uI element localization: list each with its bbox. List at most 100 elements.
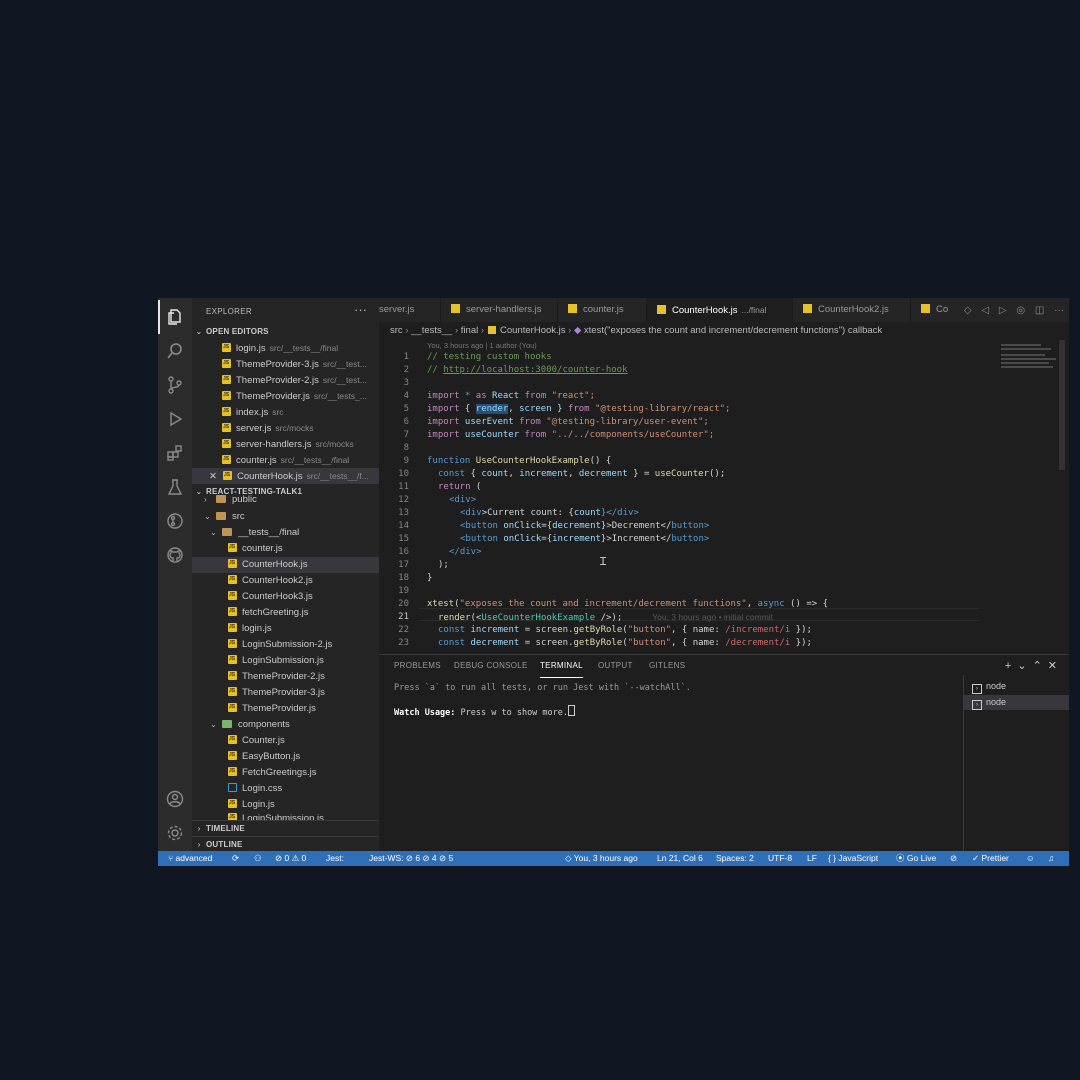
maximize-panel-icon[interactable]: ⌃ <box>1033 660 1048 672</box>
source-control-icon[interactable] <box>158 368 192 402</box>
timeline-section[interactable]: › TIMELINE <box>192 820 379 837</box>
files-icon[interactable] <box>158 300 192 334</box>
tab-server[interactable]: server.js <box>379 298 441 322</box>
jest-status[interactable]: Jest: <box>326 851 344 866</box>
encoding[interactable]: UTF-8 <box>768 851 792 866</box>
breadcrumb-item[interactable]: __tests__ <box>411 325 452 336</box>
breadcrumb-item[interactable]: final <box>461 325 478 336</box>
cursor-position[interactable]: Ln 21, Col 6 <box>657 851 703 866</box>
open-editor-item[interactable]: index.jssrc <box>192 404 379 420</box>
accounts-icon[interactable] <box>158 782 192 816</box>
breadcrumb-symbol[interactable]: xtest("exposes the count and increment/d… <box>584 325 882 336</box>
terminal-instance[interactable]: › node <box>964 679 1069 694</box>
tab-counter[interactable]: counter.js <box>558 298 647 322</box>
outline-section[interactable]: › OUTLINE <box>192 836 379 851</box>
line-number: 1 <box>403 352 409 362</box>
language-mode[interactable]: { } JavaScript <box>828 851 878 866</box>
feedback-icon[interactable]: ☺ <box>1026 851 1035 866</box>
open-editor-item[interactable]: login.jssrc/__tests__/final <box>192 340 379 356</box>
prettier-status[interactable]: ✓ Prettier <box>972 851 1009 866</box>
tab-counterhook2[interactable]: CounterHook2.js <box>793 298 911 322</box>
git-blame-status[interactable]: ◇ You, 3 hours ago <box>565 851 638 866</box>
more-icon[interactable]: ··· <box>1054 305 1064 316</box>
search-icon[interactable] <box>158 334 192 368</box>
open-editor-item[interactable]: ThemeProvider.jssrc/__tests_... <box>192 388 379 404</box>
open-editor-item[interactable]: ThemeProvider-3.jssrc/__test... <box>192 356 379 372</box>
minimap[interactable] <box>991 340 1069 480</box>
codelens-blame[interactable]: You, 3 hours ago | 1 author (You) <box>427 340 537 351</box>
tab-terminal[interactable]: TERMINAL <box>540 661 583 678</box>
tab-output[interactable]: OUTPUT <box>598 661 633 677</box>
breadcrumb-file[interactable]: CounterHook.js <box>500 325 565 336</box>
tab-counterhook[interactable]: CounterHook.js .../final <box>647 298 793 322</box>
open-editor-item[interactable]: ThemeProvider-2.jssrc/__test... <box>192 372 379 388</box>
tree-folder-src[interactable]: ⌄ src <box>192 509 379 525</box>
open-editor-item-active[interactable]: ✕CounterHook.jssrc/__tests__/f... <box>192 468 379 484</box>
new-terminal-icon[interactable]: + <box>1005 660 1017 672</box>
code-line: import * as React from "react"; <box>427 391 596 401</box>
tree-file[interactable]: CounterHook2.js <box>192 573 379 589</box>
tree-file[interactable]: Login.js <box>192 797 379 813</box>
more-actions-icon[interactable]: ··· <box>354 302 367 317</box>
tree-file[interactable]: LoginSubmission-2.js <box>192 637 379 653</box>
bell-icon[interactable]: ♫ <box>1048 851 1054 866</box>
tree-file[interactable]: counter.js <box>192 541 379 557</box>
tree-file-selected[interactable]: CounterHook.js <box>192 557 379 573</box>
tree-file[interactable]: Login.css <box>192 781 379 797</box>
jest-ws-status[interactable]: Jest-WS: ⊘ 6 ⊘ 4 ⊘ 5 <box>369 851 453 866</box>
manage-gear-icon[interactable] <box>158 816 192 850</box>
tab-server-handlers[interactable]: server-handlers.js <box>441 298 558 322</box>
liveshare-icon[interactable]: ⚇ <box>254 851 262 866</box>
split-editor-icon[interactable]: ◫ <box>1035 305 1044 316</box>
js-file-icon <box>222 359 231 368</box>
branch-indicator[interactable]: ⑂ advanced <box>168 851 212 866</box>
code-editor[interactable]: You, 3 hours ago | 1 author (You) 1 2 3 … <box>379 340 1069 652</box>
tree-folder-public[interactable]: › public <box>192 495 379 505</box>
tree-folder-components[interactable]: ⌄ components <box>192 717 379 733</box>
tree-file[interactable]: ThemeProvider-2.js <box>192 669 379 685</box>
terminal-instance-active[interactable]: › node <box>964 695 1069 710</box>
testing-icon[interactable] <box>158 470 192 504</box>
github-icon[interactable] <box>158 538 192 572</box>
tree-file[interactable]: EasyButton.js <box>192 749 379 765</box>
tree-file[interactable]: fetchGreeting.js <box>192 605 379 621</box>
breadcrumb-item[interactable]: src <box>390 325 403 336</box>
tree-file[interactable]: login.js <box>192 621 379 637</box>
disable-icon[interactable]: ⊘ <box>950 851 957 866</box>
go-live-button[interactable]: ⦿ Go Live <box>896 851 936 866</box>
extensions-icon[interactable] <box>158 436 192 470</box>
open-editor-item[interactable]: server-handlers.jssrc/mocks <box>192 436 379 452</box>
git-history-icon[interactable]: ◎ <box>1016 305 1025 316</box>
compare-icon[interactable]: ◇ <box>964 305 972 316</box>
open-editors-section[interactable]: ⌄ OPEN EDITORS <box>192 324 379 340</box>
tab-gitlens[interactable]: GITLENS <box>649 661 685 677</box>
tree-folder-tests[interactable]: ⌄ __tests__/final <box>192 525 379 541</box>
editor-scrollbar[interactable] <box>1059 340 1065 470</box>
tree-file[interactable]: ThemeProvider.js <box>192 701 379 717</box>
tree-file[interactable]: FetchGreetings.js <box>192 765 379 781</box>
gitlens-icon[interactable] <box>158 504 192 538</box>
tab-co[interactable]: Co <box>911 298 961 322</box>
tree-file[interactable]: Counter.js <box>192 733 379 749</box>
close-icon[interactable]: ✕ <box>209 471 217 482</box>
chevron-down-icon[interactable]: ⌄ <box>1017 660 1032 672</box>
sync-icon[interactable]: ⟳ <box>232 851 239 866</box>
go-back-icon[interactable]: ◁ <box>981 305 989 316</box>
tab-debug-console[interactable]: DEBUG CONSOLE <box>454 661 528 677</box>
close-panel-icon[interactable]: ✕ <box>1048 660 1063 672</box>
line-number: 4 <box>403 391 409 401</box>
tab-problems[interactable]: PROBLEMS <box>394 661 441 677</box>
end-of-line[interactable]: LF <box>807 851 817 866</box>
tree-file[interactable]: LoginSubmission.js <box>192 653 379 669</box>
tree-file[interactable]: ThemeProvider-3.js <box>192 685 379 701</box>
line-number: 23 <box>398 638 409 648</box>
run-debug-icon[interactable] <box>158 402 192 436</box>
go-forward-icon[interactable]: ▷ <box>999 305 1007 316</box>
tree-file[interactable]: CounterHook3.js <box>192 589 379 605</box>
open-editor-item[interactable]: server.jssrc/mocks <box>192 420 379 436</box>
code-link[interactable]: http://localhost:3000/counter-hook <box>443 365 627 375</box>
problems-indicator[interactable]: ⊘ 0 ⚠ 0 <box>275 851 306 866</box>
open-editor-item[interactable]: counter.jssrc/__tests__/final <box>192 452 379 468</box>
indentation[interactable]: Spaces: 2 <box>716 851 754 866</box>
js-file-icon <box>222 471 232 480</box>
